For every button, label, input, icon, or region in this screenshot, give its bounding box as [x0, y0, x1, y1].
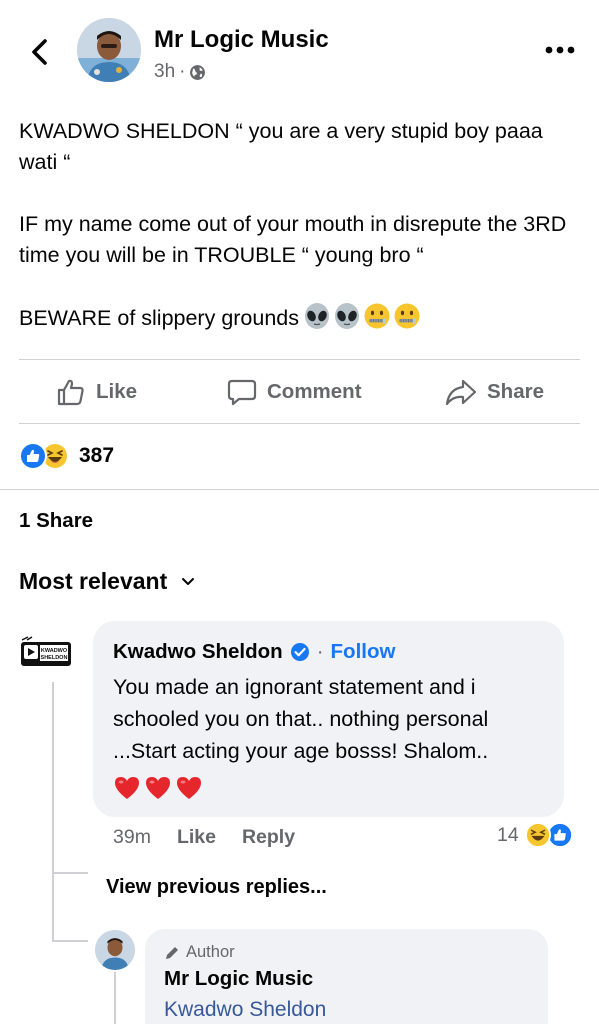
- verified-badge-icon: [290, 643, 309, 661]
- thread-line: [52, 682, 54, 872]
- comment-header: Kwadwo Sheldon · Follow: [113, 640, 395, 664]
- ellipsis-icon: [545, 46, 575, 54]
- more-options-button[interactable]: [543, 40, 577, 60]
- comment-reactions[interactable]: 14: [497, 822, 573, 848]
- sort-label: Most relevant: [19, 568, 168, 594]
- comment-label: Comment: [267, 380, 362, 403]
- divider: [19, 359, 580, 360]
- name-separator: ·: [316, 640, 324, 663]
- like-label: Like: [96, 380, 138, 403]
- author-badge-label: Author: [186, 943, 235, 961]
- zipper-mouth-emoji: [364, 303, 390, 329]
- comment-sort-dropdown[interactable]: Most relevant: [19, 568, 195, 595]
- avatar-text-line: SHELDON: [41, 655, 68, 661]
- post-paragraph-text: BEWARE of slippery grounds: [19, 306, 300, 330]
- comment-like-button[interactable]: Like: [177, 826, 216, 849]
- comment-text: You made an ignorant statement and i sch…: [113, 675, 489, 763]
- share-button[interactable]: Share: [445, 361, 544, 423]
- share-count[interactable]: 1 Share: [19, 509, 93, 533]
- commenter-avatar[interactable]: KWADWO SHELDON: [18, 636, 74, 670]
- thumbs-up-icon: [57, 379, 84, 406]
- avatar-text-line: KWADWO: [41, 648, 68, 654]
- thread-connector: [52, 872, 88, 874]
- red-heart-emoji: [177, 777, 201, 799]
- divider: [19, 423, 580, 424]
- post-body: KWADWO SHELDON “ you are a very stupid b…: [19, 116, 584, 365]
- post-emojis: [303, 302, 421, 330]
- comment-button[interactable]: Comment: [227, 361, 362, 423]
- post-actions: Like Comment Share: [0, 361, 599, 423]
- comment-reaction-count: 14: [497, 823, 519, 846]
- share-label: Share: [487, 380, 544, 403]
- author-name[interactable]: Mr Logic Music: [154, 26, 329, 54]
- commenter-name[interactable]: Kwadwo Sheldon: [113, 640, 283, 664]
- post-header: Mr Logic Music 3h ·: [0, 0, 599, 100]
- author-avatar[interactable]: [77, 18, 141, 82]
- post-paragraph: IF my name come out of your mouth in dis…: [19, 212, 567, 267]
- reply-author-avatar[interactable]: [95, 930, 135, 970]
- reply-mention[interactable]: Kwadwo Sheldon: [164, 998, 326, 1022]
- red-heart-emoji: [146, 777, 170, 799]
- post-paragraph: KWADWO SHELDON “ you are a very stupid b…: [19, 119, 543, 174]
- post-meta: 3h ·: [154, 61, 206, 83]
- thread-line: [52, 874, 54, 940]
- reaction-summary[interactable]: 387: [19, 440, 114, 472]
- reply-thread-line: [114, 972, 116, 1024]
- comment-meta: 39m Like Reply: [113, 826, 295, 849]
- comment-reply-button[interactable]: Reply: [242, 826, 295, 849]
- haha-reaction-icon: [524, 822, 551, 848]
- meta-separator: ·: [179, 61, 186, 82]
- pencil-icon: [166, 946, 178, 959]
- alien-emoji: [335, 303, 360, 329]
- reply-author-name[interactable]: Mr Logic Music: [164, 967, 313, 991]
- comment-time[interactable]: 39m: [113, 826, 151, 849]
- author-badge: Author: [164, 943, 235, 962]
- alien-emoji: [305, 303, 330, 329]
- follow-button[interactable]: Follow: [331, 640, 396, 664]
- comment-hearts: [113, 775, 203, 801]
- share-arrow-icon: [445, 379, 477, 406]
- thread-connector: [52, 940, 88, 942]
- post-paragraph-last: BEWARE of slippery grounds: [19, 302, 584, 334]
- comment-icon: [227, 379, 257, 406]
- chevron-down-icon: [182, 577, 195, 585]
- like-button[interactable]: Like: [56, 361, 137, 423]
- chevron-left-icon: [32, 39, 47, 65]
- globe-icon: [190, 64, 206, 80]
- red-heart-emoji: [115, 777, 139, 799]
- like-reaction-icon: [19, 442, 47, 470]
- section-divider: [0, 489, 599, 490]
- reaction-count: 387: [79, 444, 115, 467]
- post-time[interactable]: 3h: [154, 61, 175, 83]
- back-button[interactable]: [24, 32, 54, 72]
- zipper-mouth-emoji: [394, 303, 420, 329]
- view-previous-replies[interactable]: View previous replies...: [106, 876, 327, 899]
